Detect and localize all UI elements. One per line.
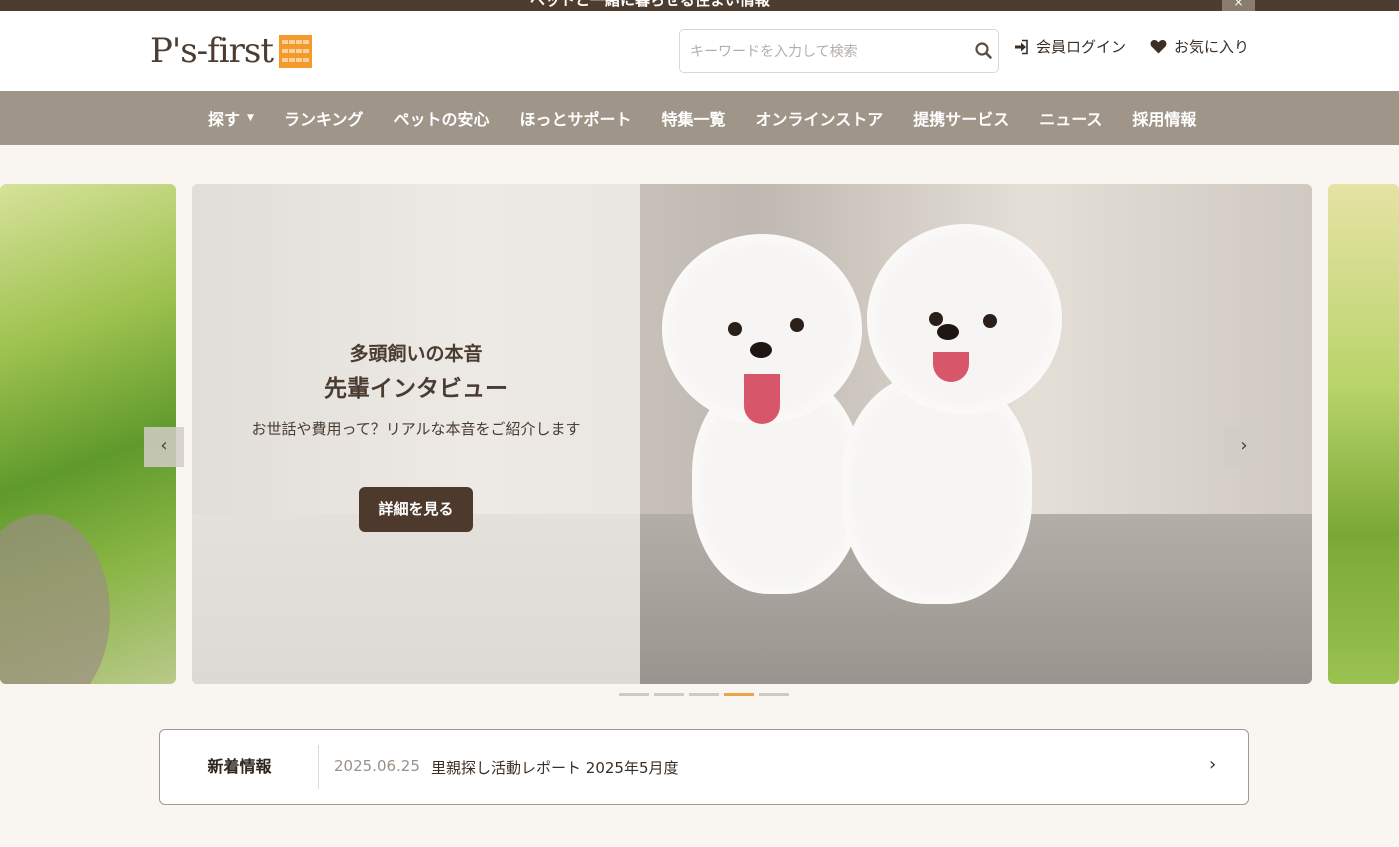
divider [318,745,319,789]
announcement-close-button[interactable]: × [1222,0,1255,11]
news-banner[interactable]: 新着情報 2025.06.25 里親探し活動レポート 2025年5月度 › [159,729,1249,805]
search-icon[interactable] [974,41,994,61]
search-box [679,29,999,73]
sign-in-icon [1015,39,1028,54]
favorites-link[interactable]: お気に入り [1150,36,1249,57]
news-title-link[interactable]: 里親探し活動レポート 2025年5月度 [431,757,679,778]
nav-item-partner-services[interactable]: 提携サービス [913,106,1009,130]
slide-details-button[interactable]: 詳細を見る [359,487,473,532]
chevron-down-icon: ▼ [247,113,254,123]
logo-mark-icon [278,34,312,68]
dog-image [662,234,862,424]
search-input[interactable] [690,41,960,63]
main-nav: 探す ▼ ランキング ペットの安心 ほっとサポート 特集一覧 オンラインストア 提… [0,91,1399,145]
slide-subtitle: 多頭飼いの本音 [349,343,483,365]
slide-caption-panel: 多頭飼いの本音 先輩インタビュー お世話や費用って？リアルな本音をご紹介します … [192,184,640,684]
carousel-slide-active[interactable]: 多頭飼いの本音 先輩インタビュー お世話や費用って？リアルな本音をご紹介します … [192,184,1312,684]
nav-item-features[interactable]: 特集一覧 [662,106,726,130]
nav-item-search[interactable]: 探す ▼ [208,106,254,130]
nav-item-pet-safety[interactable]: ペットの安心 [393,106,489,130]
favorites-label: お気に入り [1174,38,1250,56]
carousel-prev-button[interactable]: ‹ [144,427,184,467]
heart-icon [1150,40,1167,54]
carousel-dot[interactable] [654,693,684,696]
nav-item-ranking[interactable]: ランキング [284,106,364,130]
carousel-slide-next[interactable] [1328,184,1399,684]
slide-title: 先輩インタビュー [324,376,508,402]
news-date: 2025.06.25 [334,757,420,775]
nav-item-news[interactable]: ニュース [1039,106,1102,130]
announcement-text: ペットと一緒に暮らせる住まい情報 [530,0,770,9]
slide-description: お世話や費用って？リアルな本音をご紹介します [251,420,581,438]
chevron-right-icon: › [1209,754,1217,775]
login-label: 会員ログイン [1036,38,1127,56]
slide-image-path [0,514,110,684]
carousel-dot[interactable] [689,693,719,696]
member-login-link[interactable]: 会員ログイン [1013,36,1126,57]
logo-text: P's-first [150,31,274,71]
carousel-dot[interactable] [619,693,649,696]
carousel-dot[interactable] [759,693,789,696]
nav-item-support[interactable]: ほっとサポート [519,106,631,130]
carousel-next-button[interactable]: › [1224,427,1264,467]
announcement-bar: ペットと一緒に暮らせる住まい情報 × [0,0,1399,11]
news-label: 新着情報 [207,757,272,776]
dog-image [867,224,1062,414]
site-logo[interactable]: P's-first [150,33,312,69]
nav-item-recruit[interactable]: 採用情報 [1132,106,1196,130]
carousel-pagination [619,693,794,696]
site-header: P's-first 会員ログイン お気に入り [0,11,1399,91]
carousel-dot-active[interactable] [724,693,754,696]
nav-item-online-store[interactable]: オンラインストア [756,106,884,130]
